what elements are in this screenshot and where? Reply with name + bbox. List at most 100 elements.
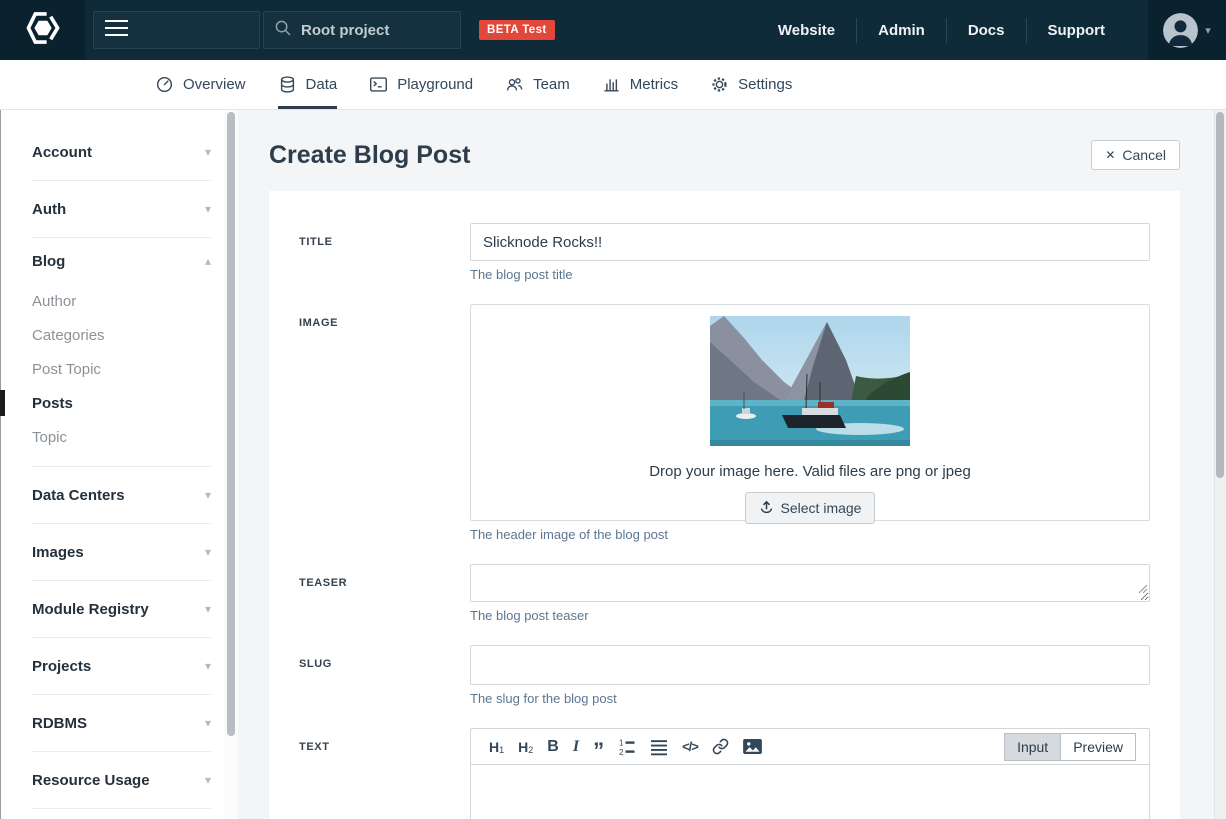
sidebar-item-author[interactable]: Author xyxy=(32,284,211,318)
sidebar-section-data-centers: Data Centers ▾ xyxy=(32,467,211,524)
field-help-teaser: The blog post teaser xyxy=(470,608,1150,623)
code-button[interactable]: </> xyxy=(682,739,698,754)
tab-playground[interactable]: Playground xyxy=(369,60,473,109)
nav-link-admin[interactable]: Admin xyxy=(857,22,946,39)
upload-icon xyxy=(759,499,774,517)
sidebar-item-categories[interactable]: Categories xyxy=(32,318,211,352)
form-row-slug: SLUG The slug for the blog post xyxy=(299,645,1150,706)
tab-label: Playground xyxy=(397,76,473,93)
svg-text:1: 1 xyxy=(619,738,624,747)
editor-input-tab[interactable]: Input xyxy=(1004,733,1060,761)
menu-button[interactable] xyxy=(93,11,260,49)
cancel-label: Cancel xyxy=(1122,147,1166,163)
title-input[interactable] xyxy=(470,223,1150,261)
image-dropzone[interactable]: Drop your image here. Valid files are pn… xyxy=(470,304,1150,521)
sidebar-item-projects[interactable]: Projects ▾ xyxy=(32,638,211,694)
tab-overview[interactable]: Overview xyxy=(155,60,246,109)
tab-label: Overview xyxy=(183,76,246,93)
project-tabbar: Overview Data Playground xyxy=(0,60,1226,110)
page-scrollbar[interactable] xyxy=(1214,110,1226,819)
module-sidebar: Account ▾ Auth ▾ Blog ▴ Au xyxy=(0,110,238,819)
field-help-title: The blog post title xyxy=(470,267,1150,282)
rich-text-editor: H1 H2 B I ” 1 xyxy=(470,728,1150,819)
chevron-down-icon: ▾ xyxy=(205,716,211,730)
heading-1-button[interactable]: H1 xyxy=(489,738,504,755)
close-icon: ✕ xyxy=(1105,148,1115,162)
ordered-list-button[interactable]: 1 2 xyxy=(618,738,636,756)
sidebar-scrollbar[interactable] xyxy=(224,110,238,819)
database-icon xyxy=(278,75,297,94)
sidebar-item-blog[interactable]: Blog ▴ xyxy=(32,238,211,284)
top-header: BETA Test Website Admin Docs Support xyxy=(0,0,1226,60)
chevron-down-icon: ▾ xyxy=(205,488,211,502)
chevron-down-icon: ▾ xyxy=(205,145,211,159)
avatar xyxy=(1163,13,1198,48)
nav-link-support[interactable]: Support xyxy=(1027,22,1127,39)
tab-settings[interactable]: Settings xyxy=(710,60,792,109)
sidebar-section-blog: Blog ▴ Author Categories Post Topic Post… xyxy=(32,238,211,467)
link-button[interactable] xyxy=(712,738,729,755)
search-icon xyxy=(274,19,292,42)
editor-toolbar: H1 H2 B I ” 1 xyxy=(471,729,1149,765)
hamburger-icon xyxy=(105,20,128,41)
main-panel: Create Blog Post ✕ Cancel TITLE The blog… xyxy=(238,110,1214,819)
bar-chart-icon xyxy=(602,75,621,94)
user-menu-button[interactable]: ▾ xyxy=(1148,0,1226,60)
tab-label: Metrics xyxy=(630,76,678,93)
sidebar-section-projects: Projects ▾ xyxy=(32,638,211,695)
editor-preview-tab[interactable]: Preview xyxy=(1060,733,1136,761)
tab-data[interactable]: Data xyxy=(278,60,338,109)
image-icon xyxy=(743,739,762,754)
project-search-input[interactable] xyxy=(301,22,441,39)
sidebar-item-data-centers[interactable]: Data Centers ▾ xyxy=(32,467,211,523)
heading-2-button[interactable]: H2 xyxy=(518,738,533,755)
sidebar-item-posts[interactable]: Posts xyxy=(32,386,211,420)
users-icon xyxy=(505,75,524,94)
sidebar-item-resource-usage[interactable]: Resource Usage ▾ xyxy=(32,752,211,808)
italic-button[interactable]: I xyxy=(573,738,579,756)
sidebar-item-module-registry[interactable]: Module Registry ▾ xyxy=(32,581,211,637)
page-scrollbar-thumb[interactable] xyxy=(1216,112,1224,478)
tab-label: Data xyxy=(306,76,338,93)
unordered-list-button[interactable] xyxy=(650,738,668,756)
blockquote-button[interactable]: ” xyxy=(593,746,604,756)
sidebar-section-auth: Auth ▾ xyxy=(32,181,211,238)
sidebar-item-account[interactable]: Account ▾ xyxy=(32,124,211,180)
field-help-image: The header image of the blog post xyxy=(470,527,1150,542)
nav-link-docs[interactable]: Docs xyxy=(947,22,1026,39)
sidebar-item-auth[interactable]: Auth ▾ xyxy=(32,181,211,237)
sidebar-scrollbar-thumb[interactable] xyxy=(227,112,235,736)
sidebar-item-topic[interactable]: Topic xyxy=(32,420,211,454)
teaser-textarea[interactable] xyxy=(470,564,1150,602)
slicknode-logo[interactable] xyxy=(0,0,85,60)
caret-down-icon: ▾ xyxy=(1205,24,1211,37)
chevron-down-icon: ▾ xyxy=(205,202,211,216)
sidebar-item-images[interactable]: Images ▾ xyxy=(32,524,211,580)
insert-image-button[interactable] xyxy=(743,739,762,754)
sidebar-item-post-topic[interactable]: Post Topic xyxy=(32,352,211,386)
gear-icon xyxy=(710,75,729,94)
heading-2-sub: 2 xyxy=(528,745,533,755)
editor-mode-toggle: Input Preview xyxy=(1004,733,1136,761)
app-root: BETA Test Website Admin Docs Support xyxy=(0,0,1226,819)
nav-link-website[interactable]: Website xyxy=(757,22,856,39)
tab-team[interactable]: Team xyxy=(505,60,570,109)
cancel-button[interactable]: ✕ Cancel xyxy=(1091,140,1180,170)
sidebar-item-rdbms[interactable]: RDBMS ▾ xyxy=(32,695,211,751)
field-label-teaser: TEASER xyxy=(299,564,470,623)
page-title: Create Blog Post xyxy=(269,141,470,170)
terminal-icon xyxy=(369,75,388,94)
heading-2-icon: H xyxy=(518,739,528,755)
tab-metrics[interactable]: Metrics xyxy=(602,60,678,109)
tab-label: Settings xyxy=(738,76,792,93)
svg-text:2: 2 xyxy=(619,747,624,755)
bold-button[interactable]: B xyxy=(547,738,559,756)
section-label: Account xyxy=(32,144,92,161)
select-image-button[interactable]: Select image xyxy=(745,492,876,524)
text-editor-area[interactable] xyxy=(471,765,1149,819)
project-selector[interactable] xyxy=(263,11,461,49)
heading-1-sub: 1 xyxy=(499,745,504,755)
slug-input[interactable] xyxy=(470,645,1150,685)
link-icon xyxy=(712,738,729,755)
form-row-teaser: TEASER The blog post teaser xyxy=(299,564,1150,623)
